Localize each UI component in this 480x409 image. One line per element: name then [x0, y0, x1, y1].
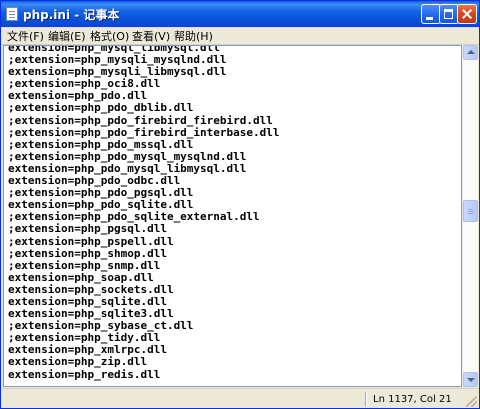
title-bar[interactable]: php.ini - 记事本 — [1, 1, 479, 27]
scroll-down-button[interactable] — [463, 372, 478, 387]
vertical-scrollbar[interactable] — [462, 45, 478, 387]
editor-line: ;extension=php_snmp.dll — [8, 258, 161, 272]
menu-edit[interactable]: 编辑(E) — [48, 28, 86, 44]
status-bar: Ln 1137, Col 21 — [1, 388, 479, 408]
editor-line: extension=php_redis.dll — [8, 367, 161, 381]
editor-line: ;extension=php_pspell.dll — [8, 234, 174, 248]
close-button[interactable] — [457, 4, 477, 24]
editor-line: extension=php_zip.dll — [8, 355, 148, 369]
menu-view[interactable]: 查看(V) — [132, 28, 170, 44]
editor-line: ;extension=php_shmop.dll — [8, 246, 167, 260]
editor-line: ;extension=php_pdo_dblib.dll — [8, 101, 194, 115]
resize-grip-icon[interactable] — [466, 396, 477, 407]
editor-line: ;extension=php_pgsql.dll — [8, 222, 167, 236]
menu-file[interactable]: 文件(F) — [7, 28, 44, 44]
cursor-position: Ln 1137, Col 21 — [373, 394, 452, 405]
editor-content[interactable]: extension=php_mysql_libmysql.dll ;extens… — [8, 46, 280, 381]
menu-format[interactable]: 格式(O) — [90, 28, 129, 44]
scroll-up-button[interactable] — [463, 45, 478, 60]
notepad-window: php.ini - 记事本 文件(F) 编辑(E) 格式(O) 查看(V) 帮助… — [0, 0, 480, 409]
status-divider — [365, 392, 367, 407]
scroll-thumb[interactable] — [463, 200, 478, 222]
menu-help[interactable]: 帮助(H) — [174, 28, 213, 44]
notepad-icon[interactable] — [6, 7, 18, 21]
menu-bar: 文件(F) 编辑(E) 格式(O) 查看(V) 帮助(H) — [1, 27, 479, 45]
text-editor[interactable]: extension=php_mysql_libmysql.dll ;extens… — [3, 45, 462, 387]
maximize-button[interactable] — [439, 4, 459, 24]
editor-line: ;extension=php_pdo_firebird_interbase.dl… — [8, 125, 280, 139]
editor-line: ;extension=php_pdo_firebird_firebird.dll — [8, 113, 273, 127]
minimize-button[interactable] — [421, 4, 441, 24]
window-title: php.ini - 记事本 — [23, 8, 120, 22]
